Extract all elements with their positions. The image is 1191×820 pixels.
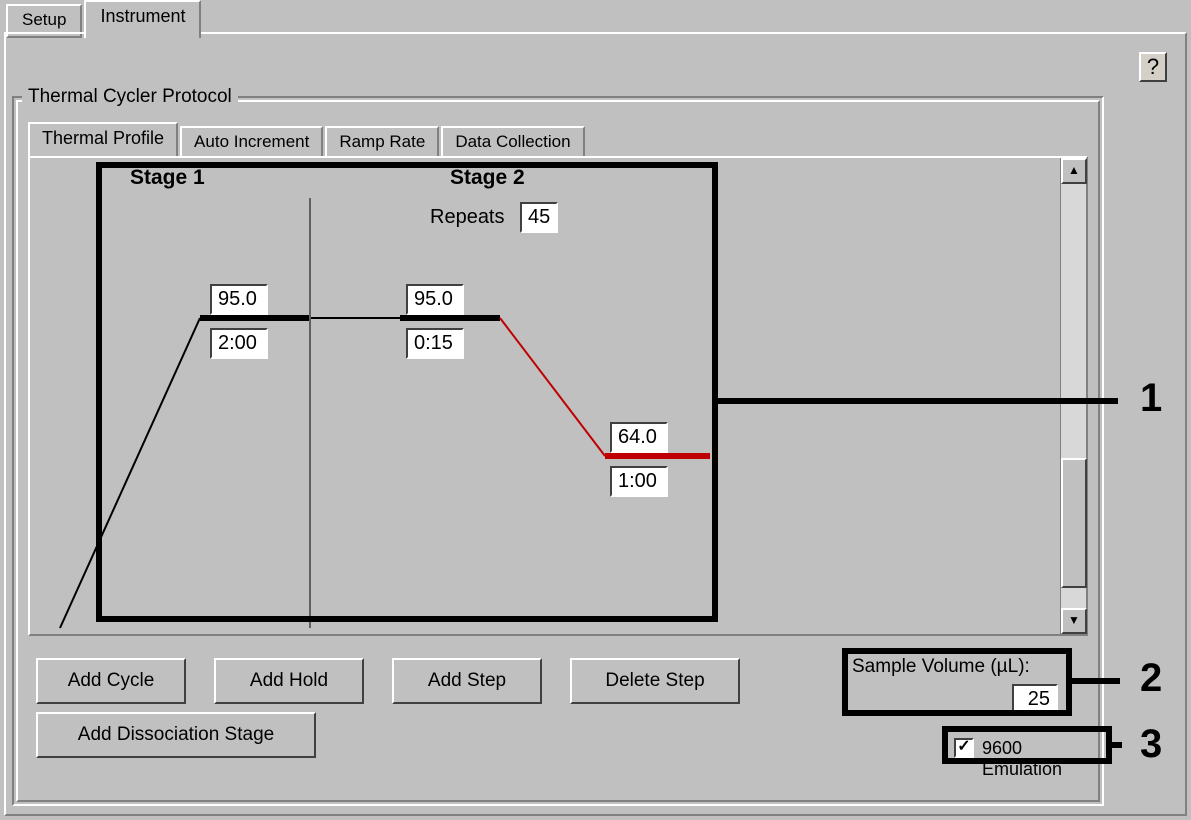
add-hold-button[interactable]: Add Hold [214, 658, 364, 704]
stage1-temp-input[interactable]: 95.0 [210, 284, 268, 315]
stage-1-label: Stage 1 [130, 166, 205, 190]
repeats-label: Repeats [430, 206, 505, 229]
annotation-number-1: 1 [1140, 376, 1162, 421]
stage-2-label: Stage 2 [450, 166, 525, 190]
annotation-number-2: 2 [1140, 656, 1162, 701]
annotation-number-3: 3 [1140, 722, 1162, 767]
thermal-profile-panel: Stage 1 Stage 2 Repeats 45 95.0 2:00 95.… [28, 156, 1088, 636]
delete-step-button[interactable]: Delete Step [570, 658, 740, 704]
scroll-down-icon[interactable]: ▼ [1061, 608, 1087, 634]
emulation-9600-checkbox[interactable]: ✓ [954, 738, 974, 758]
stage2-step1-time-input[interactable]: 0:15 [406, 328, 464, 359]
tab-data-collection[interactable]: Data Collection [441, 126, 584, 160]
groupbox-title: Thermal Cycler Protocol [22, 86, 238, 108]
add-step-button[interactable]: Add Step [392, 658, 542, 704]
add-cycle-button[interactable]: Add Cycle [36, 658, 186, 704]
stage2-step2-time-input[interactable]: 1:00 [610, 466, 668, 497]
sample-volume-label: Sample Volume (µL): [852, 656, 1030, 678]
stage2-step2-temp-input[interactable]: 64.0 [610, 422, 668, 453]
thermal-cycler-groupbox: Thermal Cycler Protocol Thermal Profile … [12, 96, 1104, 806]
sample-volume-input[interactable]: 25 [1012, 684, 1058, 715]
emulation-9600-label: 9600 Emulation [982, 738, 1102, 780]
stage1-time-input[interactable]: 2:00 [210, 328, 268, 359]
tab-auto-increment[interactable]: Auto Increment [180, 126, 323, 160]
scroll-thumb[interactable] [1061, 458, 1087, 588]
scroll-up-icon[interactable]: ▲ [1061, 158, 1087, 184]
tab-ramp-rate[interactable]: Ramp Rate [325, 126, 439, 160]
protocol-tab-bar: Thermal Profile Auto Increment Ramp Rate… [28, 122, 587, 160]
tab-instrument[interactable]: Instrument [84, 0, 201, 38]
profile-vertical-scrollbar[interactable]: ▲ ▼ [1060, 158, 1086, 634]
tab-thermal-profile[interactable]: Thermal Profile [28, 122, 178, 160]
add-dissociation-stage-button[interactable]: Add Dissociation Stage [36, 712, 316, 758]
thermal-profile-chart[interactable]: Stage 1 Stage 2 Repeats 45 95.0 2:00 95.… [30, 158, 1058, 634]
help-button[interactable]: ? [1139, 52, 1167, 82]
stage2-step1-temp-input[interactable]: 95.0 [406, 284, 464, 315]
repeats-input[interactable]: 45 [520, 202, 558, 233]
